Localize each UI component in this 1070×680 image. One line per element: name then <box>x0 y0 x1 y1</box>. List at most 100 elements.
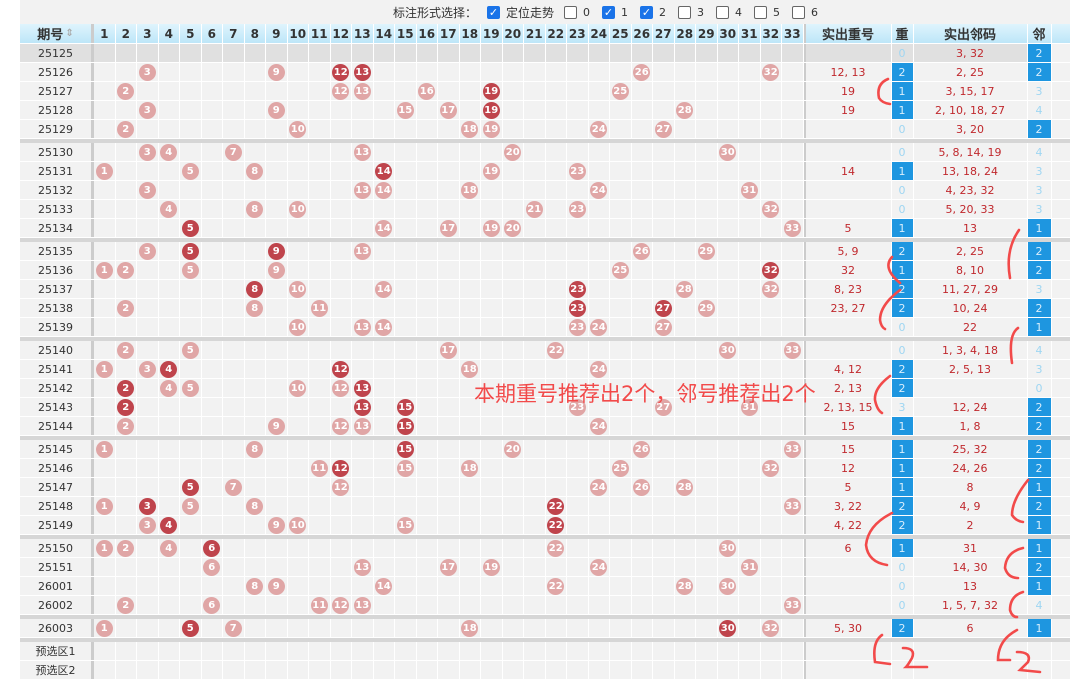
number-cell <box>460 318 481 336</box>
preselect-cell[interactable] <box>288 642 309 660</box>
repeat-count-cell-value: 2 <box>891 299 913 317</box>
option-checkbox-2[interactable]: ✓ <box>640 5 654 19</box>
preselect-cell[interactable] <box>116 661 137 679</box>
preselect-cell[interactable] <box>460 661 481 679</box>
number-cell <box>524 63 546 81</box>
preselect-cell[interactable] <box>331 642 352 660</box>
preselect-cell[interactable] <box>417 661 438 679</box>
number-cell <box>718 162 739 180</box>
number-cell <box>438 242 460 260</box>
preselect-cell[interactable] <box>503 642 524 660</box>
preselect-cell[interactable] <box>782 642 804 660</box>
preselect-cell[interactable] <box>223 661 245 679</box>
option-checkbox-4[interactable] <box>716 5 730 19</box>
option-checkbox-1[interactable]: ✓ <box>602 5 616 19</box>
number-cell <box>159 459 180 477</box>
preselect-cell[interactable] <box>782 661 804 679</box>
number-cell <box>331 539 352 557</box>
number-cell <box>546 63 567 81</box>
preselect-cell[interactable] <box>696 642 718 660</box>
preselect-cell[interactable] <box>266 661 288 679</box>
preselect-cell[interactable] <box>610 661 632 679</box>
preselect-cell[interactable] <box>116 642 137 660</box>
preselect-cell[interactable] <box>653 642 675 660</box>
period-header[interactable]: 期号 ⇕ <box>20 24 94 43</box>
preselect-cell[interactable] <box>159 661 180 679</box>
preselect-cell[interactable] <box>567 661 589 679</box>
sort-icon[interactable]: ⇕ <box>65 28 73 38</box>
preselect-cell[interactable] <box>202 661 223 679</box>
preselect-cell[interactable] <box>309 642 331 660</box>
preselect-cell[interactable] <box>632 661 653 679</box>
preselect-cell[interactable] <box>696 661 718 679</box>
number-cell <box>460 242 481 260</box>
preselect-cell[interactable] <box>589 661 610 679</box>
neighbor-count-cell-value: 3 <box>1035 164 1043 178</box>
preselect-cell[interactable] <box>223 642 245 660</box>
preselect-cell[interactable] <box>438 661 460 679</box>
preselect-cell[interactable] <box>94 642 116 660</box>
preselect-cell[interactable] <box>245 642 266 660</box>
preselect-cell[interactable] <box>374 642 395 660</box>
preselect-cell[interactable] <box>331 661 352 679</box>
period-cell: 25151 <box>20 558 94 576</box>
preselect-cell[interactable] <box>546 642 567 660</box>
preselect-cell[interactable] <box>567 642 589 660</box>
repeat-numbers-cell: 12, 13 <box>803 63 892 81</box>
number-cell <box>567 379 589 397</box>
option-checkbox-0[interactable] <box>564 5 578 19</box>
preselect-cell[interactable] <box>202 642 223 660</box>
number-cell <box>696 440 718 458</box>
preselect-cell[interactable] <box>524 642 546 660</box>
preselect-cell[interactable] <box>610 642 632 660</box>
number-cell: 2 <box>116 82 137 100</box>
preselect-cell[interactable] <box>395 661 417 679</box>
preselect-cell[interactable] <box>761 642 782 660</box>
option-checkbox-5[interactable] <box>754 5 768 19</box>
preselect-cell[interactable] <box>503 661 524 679</box>
repeat-count-cell-value: 1 <box>891 82 913 100</box>
preselect-cell[interactable] <box>94 661 116 679</box>
option-checkbox-6[interactable] <box>792 5 806 19</box>
preselect-cell[interactable] <box>739 661 761 679</box>
neighbor-numbers-cell <box>914 379 1028 397</box>
preselect-cell[interactable] <box>718 661 739 679</box>
preselect-cell[interactable] <box>417 642 438 660</box>
preselect-cell[interactable] <box>761 661 782 679</box>
preselect-cell[interactable] <box>395 642 417 660</box>
preselect-cell[interactable] <box>524 661 546 679</box>
number-column-header: 28 <box>675 24 696 43</box>
preselect-cell[interactable] <box>739 642 761 660</box>
preselect-cell[interactable] <box>718 642 739 660</box>
preselect-cell[interactable] <box>632 642 653 660</box>
trend-checkbox[interactable]: ✓ <box>487 5 501 19</box>
preselect-cell[interactable] <box>159 642 180 660</box>
preselect-cell[interactable] <box>438 642 460 660</box>
number-cell <box>438 200 460 218</box>
preselect-cell[interactable] <box>180 642 202 660</box>
number-cell <box>159 577 180 595</box>
preselect-cell[interactable] <box>180 661 202 679</box>
preselect-cell[interactable] <box>675 661 696 679</box>
preselect-cell[interactable] <box>675 642 696 660</box>
number-cell <box>159 417 180 435</box>
option-checkbox-3[interactable] <box>678 5 692 19</box>
preselect-cell[interactable] <box>481 642 503 660</box>
preselect-cell[interactable] <box>137 642 159 660</box>
preselect-cell[interactable] <box>137 661 159 679</box>
number-cell <box>266 82 288 100</box>
preselect-cell[interactable] <box>546 661 567 679</box>
number-cell <box>481 516 503 534</box>
preselect-cell[interactable] <box>653 661 675 679</box>
preselect-cell[interactable] <box>266 642 288 660</box>
preselect-cell[interactable] <box>352 661 374 679</box>
preselect-cell[interactable] <box>245 661 266 679</box>
preselect-cell[interactable] <box>309 661 331 679</box>
preselect-cell[interactable] <box>352 642 374 660</box>
preselect-cell[interactable] <box>481 661 503 679</box>
preselect-cell[interactable] <box>288 661 309 679</box>
preselect-cell[interactable] <box>460 642 481 660</box>
preselect-cell[interactable] <box>589 642 610 660</box>
number-cell <box>761 101 782 119</box>
preselect-cell[interactable] <box>374 661 395 679</box>
